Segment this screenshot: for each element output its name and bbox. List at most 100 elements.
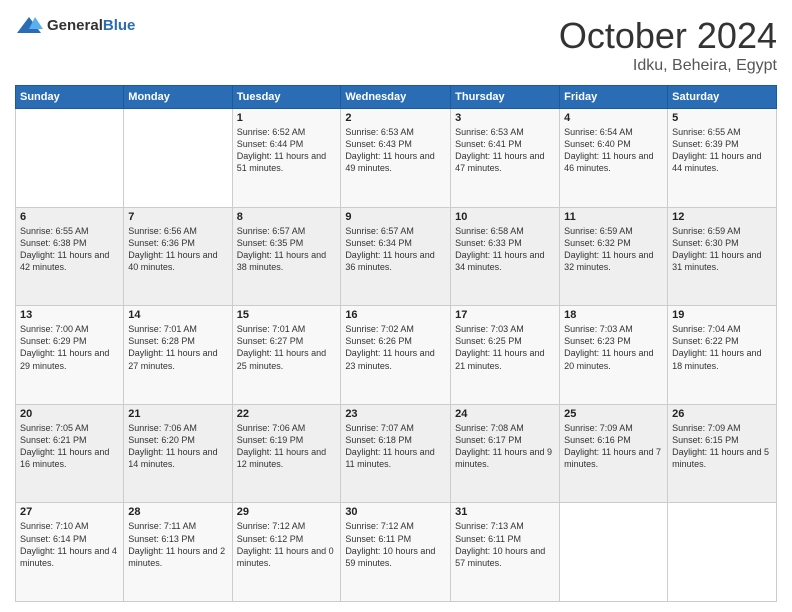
calendar-cell: 1 Sunrise: 6:52 AM Sunset: 6:44 PM Daylig… — [232, 109, 341, 208]
day-number: 3 — [455, 112, 555, 124]
cell-sun-info: Sunrise: 7:08 AM Sunset: 6:17 PM Dayligh… — [455, 422, 555, 471]
cell-sun-info: Sunrise: 7:00 AM Sunset: 6:29 PM Dayligh… — [20, 323, 119, 372]
logo-icon — [15, 15, 43, 37]
logo-blue: Blue — [103, 17, 136, 34]
day-number: 26 — [672, 408, 772, 420]
calendar-cell — [124, 109, 232, 208]
calendar-cell: 17Sunrise: 7:03 AM Sunset: 6:25 PM Dayli… — [451, 306, 560, 405]
weekday-tuesday: Tuesday — [232, 86, 341, 109]
calendar-cell: 16 Sunrise: 7:02 AM Sunset: 6:26 PM Dayli… — [341, 306, 451, 405]
calendar-cell: 29Sunrise: 7:12 AM Sunset: 6:12 PM Dayli… — [232, 503, 341, 602]
calendar-cell: 18 Sunrise: 7:03 AM Sunset: 6:23 PM Dayli… — [560, 306, 668, 405]
day-number: 25 — [564, 408, 663, 420]
week-row-5: 27Sunrise: 7:10 AM Sunset: 6:14 PM Dayli… — [16, 503, 777, 602]
day-number: 11 — [564, 211, 663, 223]
cell-sun-info: Sunrise: 7:01 AM Sunset: 6:27 PM Dayligh… — [237, 323, 337, 372]
day-number: 2 — [345, 112, 446, 124]
cell-sun-info: Sunrise: 6:56 AM Sunset: 6:36 PM Dayligh… — [128, 225, 227, 274]
cell-sun-info: Sunrise: 7:12 AM Sunset: 6:11 PM Dayligh… — [345, 520, 446, 569]
cell-sun-info: Sunrise: 6:53 AM Sunset: 6:41 PM Dayligh… — [455, 126, 555, 175]
day-number: 14 — [128, 309, 227, 321]
weekday-thursday: Thursday — [451, 86, 560, 109]
cell-sun-info: Sunrise: 7:01 AM Sunset: 6:28 PM Dayligh… — [128, 323, 227, 372]
cell-sun-info: Sunrise: 7:03 AM Sunset: 6:25 PM Dayligh… — [455, 323, 555, 372]
day-number: 12 — [672, 211, 772, 223]
cell-sun-info: Sunrise: 6:52 AM Sunset: 6:44 PM Dayligh… — [237, 126, 337, 175]
cell-sun-info: Sunrise: 6:58 AM Sunset: 6:33 PM Dayligh… — [455, 225, 555, 274]
week-row-1: 1 Sunrise: 6:52 AM Sunset: 6:44 PM Daylig… — [16, 109, 777, 208]
calendar-cell: 20 Sunrise: 7:05 AM Sunset: 6:21 PM Dayli… — [16, 404, 124, 503]
weekday-header-row: SundayMondayTuesdayWednesdayThursdayFrid… — [16, 86, 777, 109]
calendar-table: SundayMondayTuesdayWednesdayThursdayFrid… — [15, 85, 777, 602]
logo-general: General — [47, 17, 103, 34]
cell-sun-info: Sunrise: 7:12 AM Sunset: 6:12 PM Dayligh… — [237, 520, 337, 569]
cell-sun-info: Sunrise: 7:06 AM Sunset: 6:19 PM Dayligh… — [237, 422, 337, 471]
calendar-cell: 27Sunrise: 7:10 AM Sunset: 6:14 PM Dayli… — [16, 503, 124, 602]
cell-sun-info: Sunrise: 6:57 AM Sunset: 6:34 PM Dayligh… — [345, 225, 446, 274]
cell-sun-info: Sunrise: 7:04 AM Sunset: 6:22 PM Dayligh… — [672, 323, 772, 372]
cell-sun-info: Sunrise: 7:09 AM Sunset: 6:16 PM Dayligh… — [564, 422, 663, 471]
cell-sun-info: Sunrise: 7:06 AM Sunset: 6:20 PM Dayligh… — [128, 422, 227, 471]
header: GeneralBlue October 2024 Idku, Beheira, … — [15, 15, 777, 75]
day-number: 18 — [564, 309, 663, 321]
day-number: 22 — [237, 408, 337, 420]
location-title: Idku, Beheira, Egypt — [559, 57, 777, 75]
calendar-cell: 2Sunrise: 6:53 AM Sunset: 6:43 PM Daylig… — [341, 109, 451, 208]
calendar-cell: 24 Sunrise: 7:08 AM Sunset: 6:17 PM Dayli… — [451, 404, 560, 503]
day-number: 24 — [455, 408, 555, 420]
weekday-wednesday: Wednesday — [341, 86, 451, 109]
day-number: 7 — [128, 211, 227, 223]
cell-sun-info: Sunrise: 7:13 AM Sunset: 6:11 PM Dayligh… — [455, 520, 555, 569]
cell-sun-info: Sunrise: 6:59 AM Sunset: 6:32 PM Dayligh… — [564, 225, 663, 274]
calendar-cell: 7 Sunrise: 6:56 AM Sunset: 6:36 PM Daylig… — [124, 207, 232, 306]
calendar-cell: 14 Sunrise: 7:01 AM Sunset: 6:28 PM Dayli… — [124, 306, 232, 405]
weekday-sunday: Sunday — [16, 86, 124, 109]
day-number: 9 — [345, 211, 446, 223]
cell-sun-info: Sunrise: 7:11 AM Sunset: 6:13 PM Dayligh… — [128, 520, 227, 569]
logo: GeneralBlue — [15, 15, 135, 37]
calendar-cell — [560, 503, 668, 602]
day-number: 20 — [20, 408, 119, 420]
calendar-cell: 30 Sunrise: 7:12 AM Sunset: 6:11 PM Dayli… — [341, 503, 451, 602]
day-number: 15 — [237, 309, 337, 321]
calendar-cell: 10 Sunrise: 6:58 AM Sunset: 6:33 PM Dayli… — [451, 207, 560, 306]
day-number: 13 — [20, 309, 119, 321]
cell-sun-info: Sunrise: 7:05 AM Sunset: 6:21 PM Dayligh… — [20, 422, 119, 471]
cell-sun-info: Sunrise: 7:07 AM Sunset: 6:18 PM Dayligh… — [345, 422, 446, 471]
day-number: 28 — [128, 506, 227, 518]
cell-sun-info: Sunrise: 6:54 AM Sunset: 6:40 PM Dayligh… — [564, 126, 663, 175]
calendar-cell: 31Sunrise: 7:13 AM Sunset: 6:11 PM Dayli… — [451, 503, 560, 602]
calendar-cell: 22 Sunrise: 7:06 AM Sunset: 6:19 PM Dayli… — [232, 404, 341, 503]
calendar-cell: 21Sunrise: 7:06 AM Sunset: 6:20 PM Dayli… — [124, 404, 232, 503]
day-number: 19 — [672, 309, 772, 321]
page: GeneralBlue October 2024 Idku, Beheira, … — [0, 0, 792, 612]
calendar-cell — [668, 503, 777, 602]
week-row-3: 13 Sunrise: 7:00 AM Sunset: 6:29 PM Dayli… — [16, 306, 777, 405]
calendar-cell: 12Sunrise: 6:59 AM Sunset: 6:30 PM Dayli… — [668, 207, 777, 306]
day-number: 1 — [237, 112, 337, 124]
calendar-cell: 11 Sunrise: 6:59 AM Sunset: 6:32 PM Dayli… — [560, 207, 668, 306]
calendar-cell: 25 Sunrise: 7:09 AM Sunset: 6:16 PM Dayli… — [560, 404, 668, 503]
day-number: 16 — [345, 309, 446, 321]
calendar-cell: 13 Sunrise: 7:00 AM Sunset: 6:29 PM Dayli… — [16, 306, 124, 405]
day-number: 30 — [345, 506, 446, 518]
calendar-cell: 6 Sunrise: 6:55 AM Sunset: 6:38 PM Daylig… — [16, 207, 124, 306]
cell-sun-info: Sunrise: 7:09 AM Sunset: 6:15 PM Dayligh… — [672, 422, 772, 471]
day-number: 4 — [564, 112, 663, 124]
calendar-cell: 9 Sunrise: 6:57 AM Sunset: 6:34 PM Daylig… — [341, 207, 451, 306]
cell-sun-info: Sunrise: 7:02 AM Sunset: 6:26 PM Dayligh… — [345, 323, 446, 372]
cell-sun-info: Sunrise: 7:03 AM Sunset: 6:23 PM Dayligh… — [564, 323, 663, 372]
calendar-cell: 3 Sunrise: 6:53 AM Sunset: 6:41 PM Daylig… — [451, 109, 560, 208]
week-row-4: 20 Sunrise: 7:05 AM Sunset: 6:21 PM Dayli… — [16, 404, 777, 503]
cell-sun-info: Sunrise: 7:10 AM Sunset: 6:14 PM Dayligh… — [20, 520, 119, 569]
calendar-cell: 5Sunrise: 6:55 AM Sunset: 6:39 PM Daylig… — [668, 109, 777, 208]
calendar-cell: 19 Sunrise: 7:04 AM Sunset: 6:22 PM Dayli… — [668, 306, 777, 405]
day-number: 6 — [20, 211, 119, 223]
month-title: October 2024 — [559, 15, 777, 57]
calendar-cell: 28 Sunrise: 7:11 AM Sunset: 6:13 PM Dayli… — [124, 503, 232, 602]
cell-sun-info: Sunrise: 6:55 AM Sunset: 6:39 PM Dayligh… — [672, 126, 772, 175]
day-number: 10 — [455, 211, 555, 223]
cell-sun-info: Sunrise: 6:55 AM Sunset: 6:38 PM Dayligh… — [20, 225, 119, 274]
calendar-cell — [16, 109, 124, 208]
calendar-cell: 26 Sunrise: 7:09 AM Sunset: 6:15 PM Dayli… — [668, 404, 777, 503]
